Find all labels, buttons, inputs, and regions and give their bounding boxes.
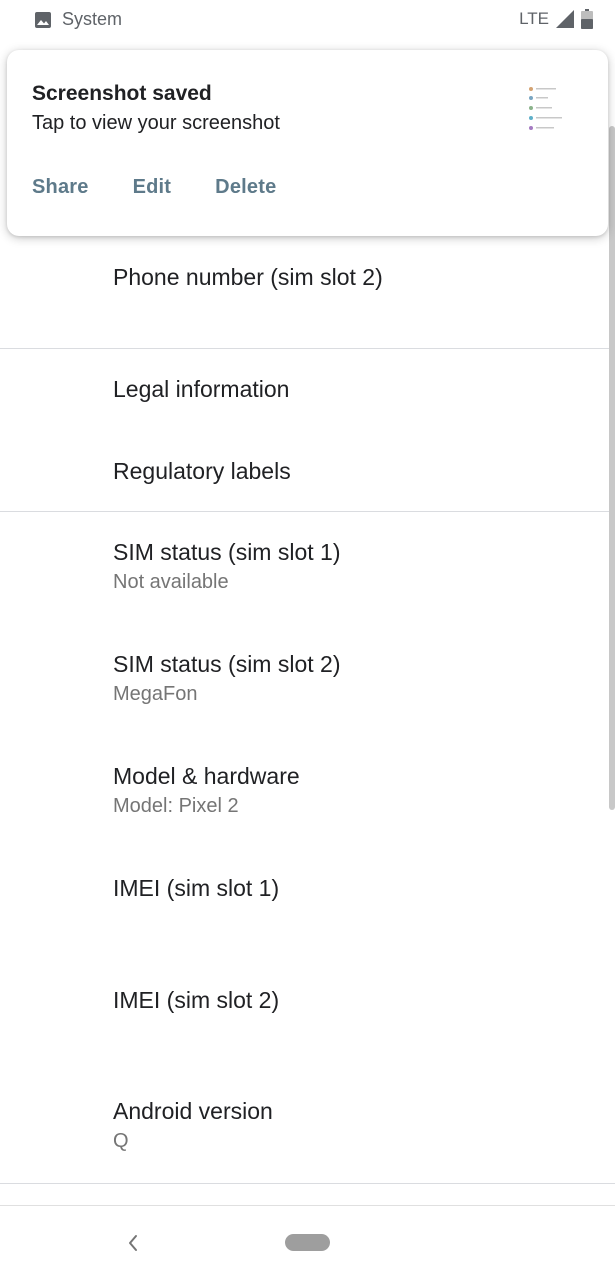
setting-title: SIM status (sim slot 1): [113, 539, 341, 565]
setting-item-sim-status-2[interactable]: SIM status (sim slot 2) MegaFon: [113, 649, 593, 707]
delete-button[interactable]: Delete: [215, 176, 276, 199]
notification-text: Tap to view your screenshot: [32, 112, 280, 134]
setting-title: SIM status (sim slot 2): [113, 651, 341, 677]
back-button[interactable]: [118, 1228, 148, 1258]
setting-item-imei-1[interactable]: IMEI (sim slot 1): [113, 873, 593, 903]
screenshot-notification[interactable]: Screenshot saved Tap to view your screen…: [7, 50, 608, 236]
notification-actions: Share Edit Delete: [32, 176, 276, 199]
divider: [0, 1183, 615, 1184]
setting-item-phone-number[interactable]: Phone number (sim slot 2): [113, 262, 593, 292]
network-type: LTE: [519, 9, 549, 28]
setting-title: IMEI (sim slot 2): [113, 987, 280, 1013]
share-button[interactable]: Share: [32, 176, 89, 199]
status-app-name: System: [62, 9, 123, 29]
home-pill-icon[interactable]: [285, 1234, 330, 1251]
edit-button[interactable]: Edit: [133, 176, 172, 199]
scrollbar[interactable]: [609, 126, 615, 810]
back-chevron-icon: [129, 1235, 137, 1251]
setting-title: Model & hardware: [113, 763, 300, 789]
setting-item-regulatory-labels[interactable]: Regulatory labels: [113, 456, 593, 486]
screenshot-thumbnail[interactable]: [526, 84, 570, 136]
battery-icon: [581, 9, 593, 29]
setting-item-android-version[interactable]: Android version Q: [113, 1096, 593, 1154]
status-right: LTE: [519, 9, 593, 29]
notification-title: Screenshot saved: [32, 82, 212, 105]
status-left: System: [34, 9, 122, 30]
setting-summary: Q: [113, 1130, 129, 1152]
status-bar: System LTE: [0, 0, 615, 40]
setting-item-legal-information[interactable]: Legal information: [113, 374, 593, 404]
setting-title: Regulatory labels: [113, 458, 291, 484]
divider: [0, 511, 615, 512]
navigation-bar: [0, 1205, 615, 1280]
divider: [0, 348, 615, 349]
signal-icon: [556, 10, 574, 28]
setting-title: Android version: [113, 1098, 273, 1124]
setting-item-imei-2[interactable]: IMEI (sim slot 2): [113, 985, 593, 1015]
setting-item-sim-status-1[interactable]: SIM status (sim slot 1) Not available: [113, 537, 593, 595]
image-icon: [35, 11, 51, 28]
setting-summary: Model: Pixel 2: [113, 795, 239, 817]
setting-title: IMEI (sim slot 1): [113, 875, 280, 901]
setting-summary: Not available: [113, 571, 229, 593]
setting-title: Legal information: [113, 376, 290, 402]
setting-summary: MegaFon: [113, 683, 198, 705]
setting-item-model-hardware[interactable]: Model & hardware Model: Pixel 2: [113, 761, 593, 819]
setting-title: Phone number (sim slot 2): [113, 264, 383, 290]
